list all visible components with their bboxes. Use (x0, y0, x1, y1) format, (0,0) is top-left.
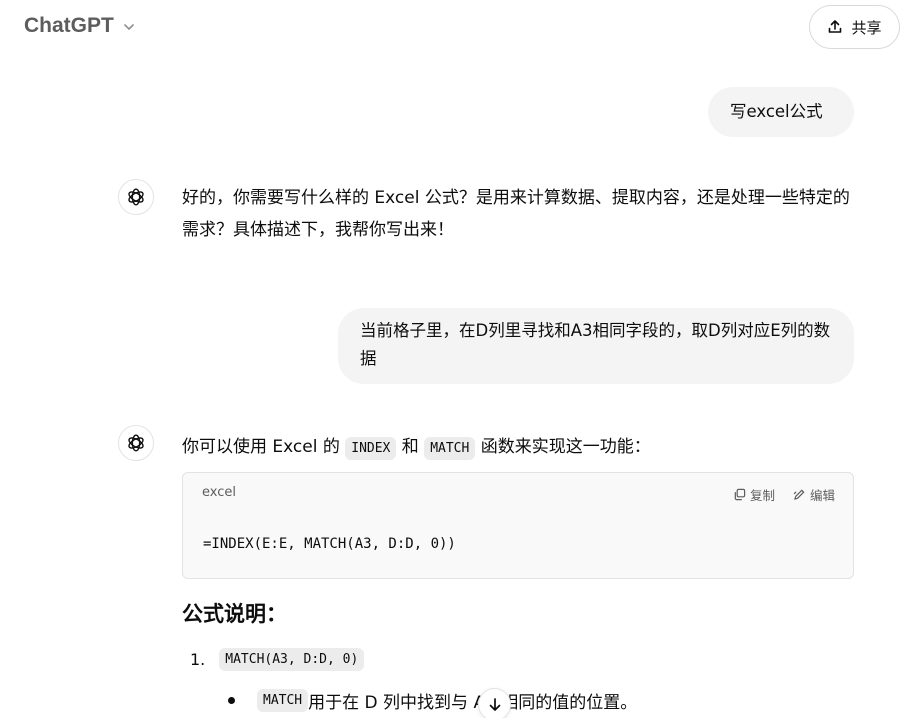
chat-app: ChatGPT 共享 写excel公式 好的，你需要写什么样的 Excel 公式… (0, 0, 911, 718)
intro-mid: 和 (396, 437, 425, 457)
intro-prefix: 你可以使用 Excel 的 (182, 437, 346, 457)
arrow-down-icon (489, 697, 500, 711)
openai-logo-icon (128, 188, 144, 206)
bullet-list-item: MATCH 用于在 D 列中找到与 A3 相同的值的位置。 (228, 688, 637, 713)
assistant-message-intro: 你可以使用 Excel 的 INDEX 和 MATCH 函数来实现这一功能： (182, 431, 854, 465)
chevron-down-icon (124, 24, 134, 30)
edit-icon (793, 489, 805, 500)
user-message-text: 写excel公式 (730, 102, 823, 121)
inline-code-match: MATCH (257, 689, 309, 712)
code-content: =INDEX(E:E, MATCH(A3, D:D, 0)) (203, 536, 456, 552)
user-message-text: 当前格子里，在D列里寻找和A3相同字段的，取D列对应E列的数据 (360, 321, 831, 368)
list-number: 1. (190, 650, 206, 669)
user-message: 当前格子里，在D列里寻找和A3相同字段的，取D列对应E列的数据 (338, 308, 854, 384)
model-selector[interactable]: ChatGPT (24, 14, 136, 38)
edit-label: 编辑 (809, 488, 835, 503)
code-actions: 复制 编辑 (733, 485, 835, 504)
ordered-list-item: 1. MATCH(A3, D:D, 0) (190, 648, 365, 671)
assistant-message-text: 好的，你需要写什么样的 Excel 公式？是用来计算数据、提取内容，还是处理一些… (182, 188, 850, 240)
inline-code-match-formula: MATCH(A3, D:D, 0) (219, 648, 365, 671)
copy-icon (734, 488, 746, 501)
code-block: excel 复制 编辑 =INDEX(E:E, MATCH(A3, D:D, 0… (182, 472, 854, 579)
share-icon (829, 20, 842, 33)
scroll-to-bottom-button[interactable] (478, 688, 511, 718)
user-message: 写excel公式 (708, 87, 854, 137)
intro-suffix: 函数来实现这一功能： (475, 437, 651, 457)
bullet-dot (228, 697, 235, 704)
bullet-text: 用于在 D 列中找到与 A3 相同的值的位置。 (308, 693, 638, 713)
section-heading: 公式说明： (182, 602, 287, 626)
copy-button[interactable]: 复制 (733, 485, 775, 504)
code-language-label: excel (202, 485, 236, 500)
model-name: ChatGPT (24, 14, 114, 37)
edit-button[interactable]: 编辑 (793, 485, 835, 504)
inline-code-match: MATCH (424, 437, 476, 460)
assistant-avatar (118, 425, 154, 461)
assistant-avatar (118, 179, 154, 215)
openai-logo-icon (128, 434, 144, 452)
copy-label: 复制 (749, 488, 775, 503)
share-button[interactable]: 共享 (809, 5, 900, 49)
inline-code-index: INDEX (345, 437, 397, 460)
share-label: 共享 (851, 18, 882, 37)
